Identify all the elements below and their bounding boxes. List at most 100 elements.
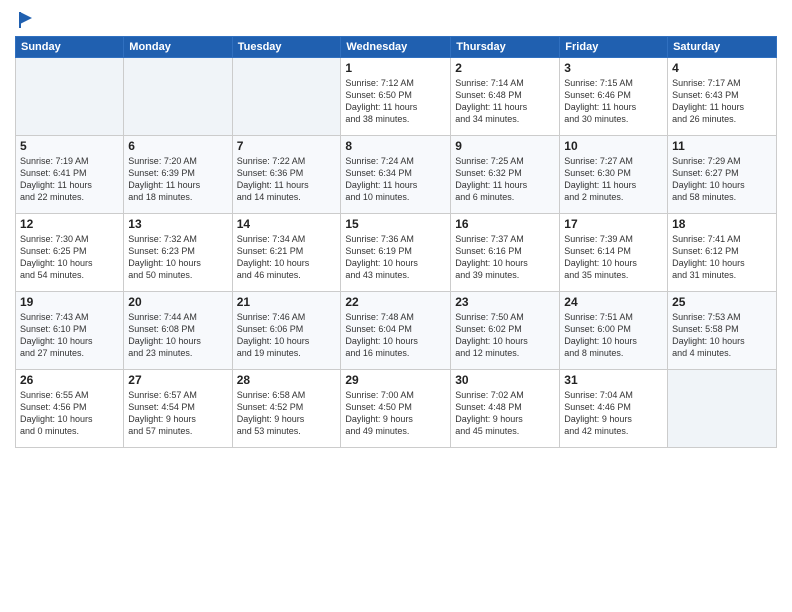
day-number: 28 xyxy=(237,373,337,387)
calendar-cell: 19 Sunrise: 7:43 AMSunset: 6:10 PMDayligh… xyxy=(16,292,124,370)
day-number: 5 xyxy=(20,139,119,153)
day-number: 14 xyxy=(237,217,337,231)
day-info: Sunrise: 7:41 AMSunset: 6:12 PMDaylight:… xyxy=(672,233,772,282)
calendar-week-row: 1Sunrise: 7:12 AMSunset: 6:50 PMDaylight… xyxy=(16,58,777,136)
calendar-cell: 15 Sunrise: 7:36 AMSunset: 6:19 PMDayligh… xyxy=(341,214,451,292)
day-number: 31 xyxy=(564,373,663,387)
day-number: 15 xyxy=(345,217,446,231)
day-info: Sunrise: 7:24 AMSunset: 6:34 PMDaylight:… xyxy=(345,155,446,204)
calendar-cell xyxy=(668,370,777,448)
day-info: Sunrise: 7:29 AMSunset: 6:27 PMDaylight:… xyxy=(672,155,772,204)
calendar-cell: 30Sunrise: 7:02 AMSunset: 4:48 PMDayligh… xyxy=(451,370,560,448)
day-info: Sunrise: 7:37 AMSunset: 6:16 PMDaylight:… xyxy=(455,233,555,282)
calendar-cell: 25 Sunrise: 7:53 AMSunset: 5:58 PMDayligh… xyxy=(668,292,777,370)
day-number: 10 xyxy=(564,139,663,153)
calendar-cell: 14 Sunrise: 7:34 AMSunset: 6:21 PMDayligh… xyxy=(232,214,341,292)
day-info: Sunrise: 7:12 AMSunset: 6:50 PMDaylight:… xyxy=(345,77,446,126)
day-number: 21 xyxy=(237,295,337,309)
day-number: 13 xyxy=(128,217,227,231)
page: SundayMondayTuesdayWednesdayThursdayFrid… xyxy=(0,0,792,612)
logo xyxy=(15,10,36,30)
day-info: Sunrise: 7:48 AMSunset: 6:04 PMDaylight:… xyxy=(345,311,446,360)
day-number: 27 xyxy=(128,373,227,387)
calendar: SundayMondayTuesdayWednesdayThursdayFrid… xyxy=(15,36,777,448)
calendar-cell xyxy=(124,58,232,136)
calendar-week-row: 12 Sunrise: 7:30 AMSunset: 6:25 PMDayligh… xyxy=(16,214,777,292)
day-number: 4 xyxy=(672,61,772,75)
day-info: Sunrise: 7:04 AMSunset: 4:46 PMDaylight:… xyxy=(564,389,663,438)
calendar-cell xyxy=(16,58,124,136)
day-header-wednesday: Wednesday xyxy=(341,37,451,58)
logo-icon xyxy=(16,10,36,30)
day-info: Sunrise: 7:15 AMSunset: 6:46 PMDaylight:… xyxy=(564,77,663,126)
calendar-cell: 31 Sunrise: 7:04 AMSunset: 4:46 PMDayligh… xyxy=(560,370,668,448)
day-number: 25 xyxy=(672,295,772,309)
calendar-cell: 21 Sunrise: 7:46 AMSunset: 6:06 PMDayligh… xyxy=(232,292,341,370)
day-number: 2 xyxy=(455,61,555,75)
calendar-cell: 11 Sunrise: 7:29 AMSunset: 6:27 PMDayligh… xyxy=(668,136,777,214)
day-info: Sunrise: 7:32 AMSunset: 6:23 PMDaylight:… xyxy=(128,233,227,282)
calendar-cell: 23Sunrise: 7:50 AMSunset: 6:02 PMDayligh… xyxy=(451,292,560,370)
calendar-cell xyxy=(232,58,341,136)
day-info: Sunrise: 7:43 AMSunset: 6:10 PMDaylight:… xyxy=(20,311,119,360)
day-number: 7 xyxy=(237,139,337,153)
day-info: Sunrise: 7:30 AMSunset: 6:25 PMDaylight:… xyxy=(20,233,119,282)
day-header-tuesday: Tuesday xyxy=(232,37,341,58)
calendar-cell: 22Sunrise: 7:48 AMSunset: 6:04 PMDayligh… xyxy=(341,292,451,370)
day-info: Sunrise: 7:46 AMSunset: 6:06 PMDaylight:… xyxy=(237,311,337,360)
day-info: Sunrise: 7:39 AMSunset: 6:14 PMDaylight:… xyxy=(564,233,663,282)
day-info: Sunrise: 7:27 AMSunset: 6:30 PMDaylight:… xyxy=(564,155,663,204)
day-info: Sunrise: 6:55 AMSunset: 4:56 PMDaylight:… xyxy=(20,389,119,438)
calendar-week-row: 5 Sunrise: 7:19 AMSunset: 6:41 PMDaylight… xyxy=(16,136,777,214)
day-number: 8 xyxy=(345,139,446,153)
day-info: Sunrise: 7:50 AMSunset: 6:02 PMDaylight:… xyxy=(455,311,555,360)
day-number: 24 xyxy=(564,295,663,309)
day-info: Sunrise: 7:36 AMSunset: 6:19 PMDaylight:… xyxy=(345,233,446,282)
calendar-cell: 27 Sunrise: 6:57 AMSunset: 4:54 PMDayligh… xyxy=(124,370,232,448)
calendar-week-row: 26 Sunrise: 6:55 AMSunset: 4:56 PMDayligh… xyxy=(16,370,777,448)
day-number: 26 xyxy=(20,373,119,387)
calendar-cell: 1Sunrise: 7:12 AMSunset: 6:50 PMDaylight… xyxy=(341,58,451,136)
day-header-saturday: Saturday xyxy=(668,37,777,58)
calendar-cell: 5 Sunrise: 7:19 AMSunset: 6:41 PMDaylight… xyxy=(16,136,124,214)
calendar-cell: 26 Sunrise: 6:55 AMSunset: 4:56 PMDayligh… xyxy=(16,370,124,448)
day-number: 18 xyxy=(672,217,772,231)
calendar-week-row: 19 Sunrise: 7:43 AMSunset: 6:10 PMDayligh… xyxy=(16,292,777,370)
calendar-cell: 7 Sunrise: 7:22 AMSunset: 6:36 PMDaylight… xyxy=(232,136,341,214)
calendar-cell: 24Sunrise: 7:51 AMSunset: 6:00 PMDayligh… xyxy=(560,292,668,370)
day-info: Sunrise: 7:22 AMSunset: 6:36 PMDaylight:… xyxy=(237,155,337,204)
day-number: 3 xyxy=(564,61,663,75)
calendar-cell: 10 Sunrise: 7:27 AMSunset: 6:30 PMDayligh… xyxy=(560,136,668,214)
day-number: 19 xyxy=(20,295,119,309)
day-header-thursday: Thursday xyxy=(451,37,560,58)
calendar-cell: 18 Sunrise: 7:41 AMSunset: 6:12 PMDayligh… xyxy=(668,214,777,292)
day-info: Sunrise: 7:14 AMSunset: 6:48 PMDaylight:… xyxy=(455,77,555,126)
calendar-cell: 6Sunrise: 7:20 AMSunset: 6:39 PMDaylight… xyxy=(124,136,232,214)
calendar-cell: 9Sunrise: 7:25 AMSunset: 6:32 PMDaylight… xyxy=(451,136,560,214)
day-info: Sunrise: 6:57 AMSunset: 4:54 PMDaylight:… xyxy=(128,389,227,438)
calendar-cell: 3 Sunrise: 7:15 AMSunset: 6:46 PMDaylight… xyxy=(560,58,668,136)
day-info: Sunrise: 7:34 AMSunset: 6:21 PMDaylight:… xyxy=(237,233,337,282)
day-number: 11 xyxy=(672,139,772,153)
calendar-cell: 20 Sunrise: 7:44 AMSunset: 6:08 PMDayligh… xyxy=(124,292,232,370)
calendar-cell: 4Sunrise: 7:17 AMSunset: 6:43 PMDaylight… xyxy=(668,58,777,136)
day-header-friday: Friday xyxy=(560,37,668,58)
header xyxy=(15,10,777,30)
day-info: Sunrise: 7:53 AMSunset: 5:58 PMDaylight:… xyxy=(672,311,772,360)
day-number: 6 xyxy=(128,139,227,153)
calendar-header-row: SundayMondayTuesdayWednesdayThursdayFrid… xyxy=(16,37,777,58)
calendar-cell: 2 Sunrise: 7:14 AMSunset: 6:48 PMDaylight… xyxy=(451,58,560,136)
calendar-cell: 13 Sunrise: 7:32 AMSunset: 6:23 PMDayligh… xyxy=(124,214,232,292)
day-info: Sunrise: 7:19 AMSunset: 6:41 PMDaylight:… xyxy=(20,155,119,204)
day-info: Sunrise: 7:00 AMSunset: 4:50 PMDaylight:… xyxy=(345,389,446,438)
day-info: Sunrise: 7:44 AMSunset: 6:08 PMDaylight:… xyxy=(128,311,227,360)
calendar-cell: 28Sunrise: 6:58 AMSunset: 4:52 PMDayligh… xyxy=(232,370,341,448)
day-header-monday: Monday xyxy=(124,37,232,58)
calendar-cell: 12 Sunrise: 7:30 AMSunset: 6:25 PMDayligh… xyxy=(16,214,124,292)
day-number: 20 xyxy=(128,295,227,309)
day-number: 16 xyxy=(455,217,555,231)
calendar-cell: 29Sunrise: 7:00 AMSunset: 4:50 PMDayligh… xyxy=(341,370,451,448)
day-number: 12 xyxy=(20,217,119,231)
day-number: 30 xyxy=(455,373,555,387)
day-number: 17 xyxy=(564,217,663,231)
